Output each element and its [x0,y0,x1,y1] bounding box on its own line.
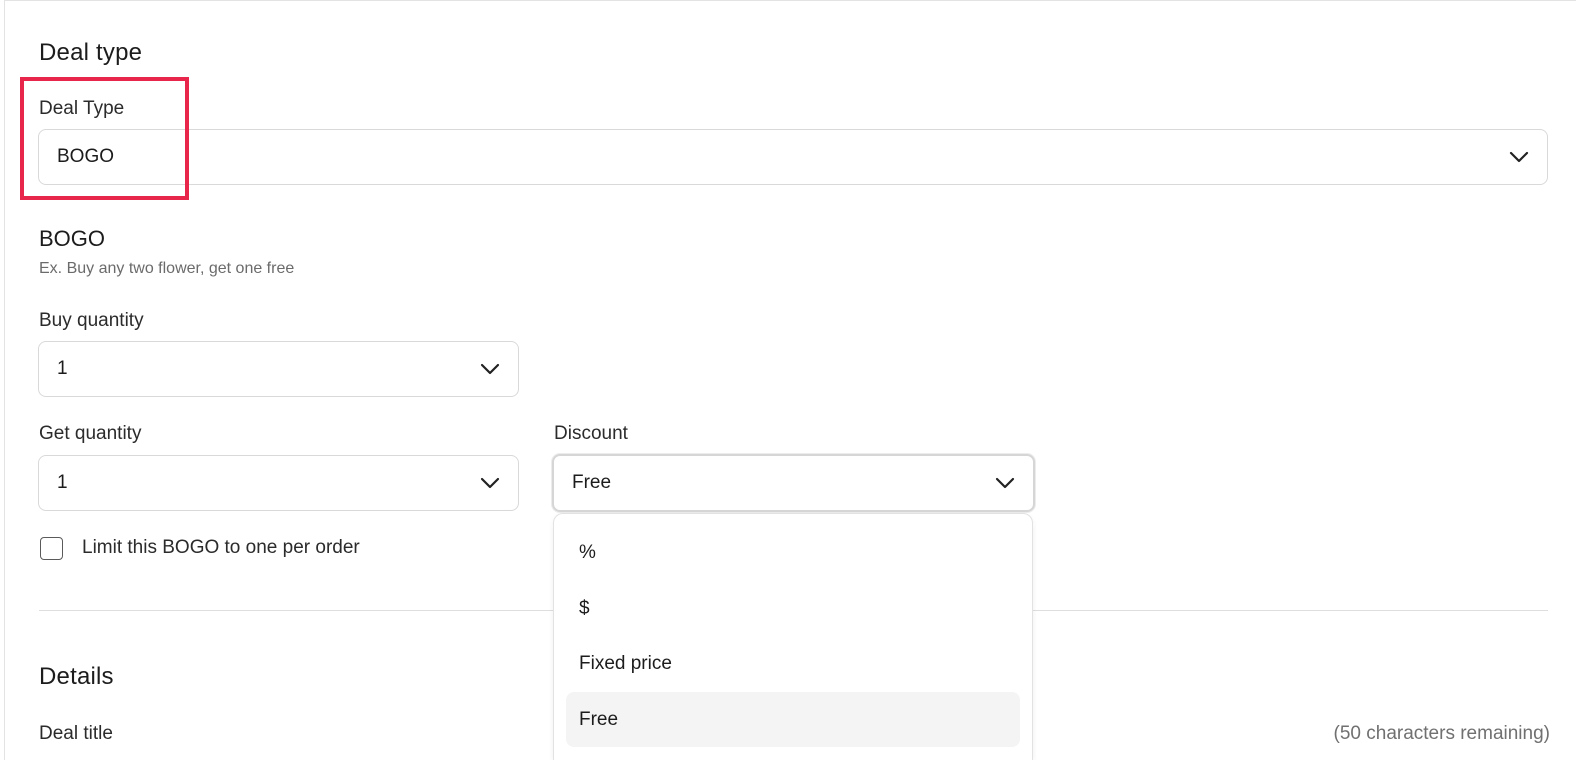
deal-form: Deal type Deal Type BOGO BOGO Ex. Buy an… [4,0,1576,760]
discount-option-fixed-price[interactable]: Fixed price [566,636,1020,691]
discount-value: Free [572,472,612,493]
limit-one-per-order-checkbox[interactable] [40,537,63,560]
deal-type-heading: Deal type [39,39,143,66]
discount-select[interactable]: Free [552,454,1035,512]
deal-title-label: Deal title [39,723,113,744]
get-quantity-label: Get quantity [39,423,142,444]
buy-quantity-select[interactable]: 1 [38,341,519,397]
buy-quantity-value: 1 [57,358,68,379]
deal-title-chars-remaining: (50 characters remaining) [1333,723,1550,744]
get-quantity-select[interactable]: 1 [38,455,519,511]
buy-quantity-label: Buy quantity [39,310,144,331]
chevron-down-icon [1509,151,1529,163]
deal-type-select[interactable]: BOGO [38,129,1548,185]
bogo-title: BOGO [39,226,106,251]
discount-dropdown-menu: % $ Fixed price Free [553,513,1033,760]
chevron-down-icon [480,363,500,375]
chevron-down-icon [480,477,500,489]
discount-label: Discount [554,423,628,444]
details-heading: Details [39,663,114,690]
bogo-example-hint: Ex. Buy any two flower, get one free [39,260,295,277]
deal-type-label: Deal Type [39,98,125,119]
chevron-down-icon [995,477,1015,489]
limit-one-per-order-label[interactable]: Limit this BOGO to one per order [82,537,360,559]
discount-option-percent[interactable]: % [566,525,1020,580]
discount-option-free[interactable]: Free [566,692,1020,747]
discount-option-dollar[interactable]: $ [566,581,1020,636]
get-quantity-value: 1 [57,472,68,493]
deal-type-value: BOGO [57,146,115,167]
